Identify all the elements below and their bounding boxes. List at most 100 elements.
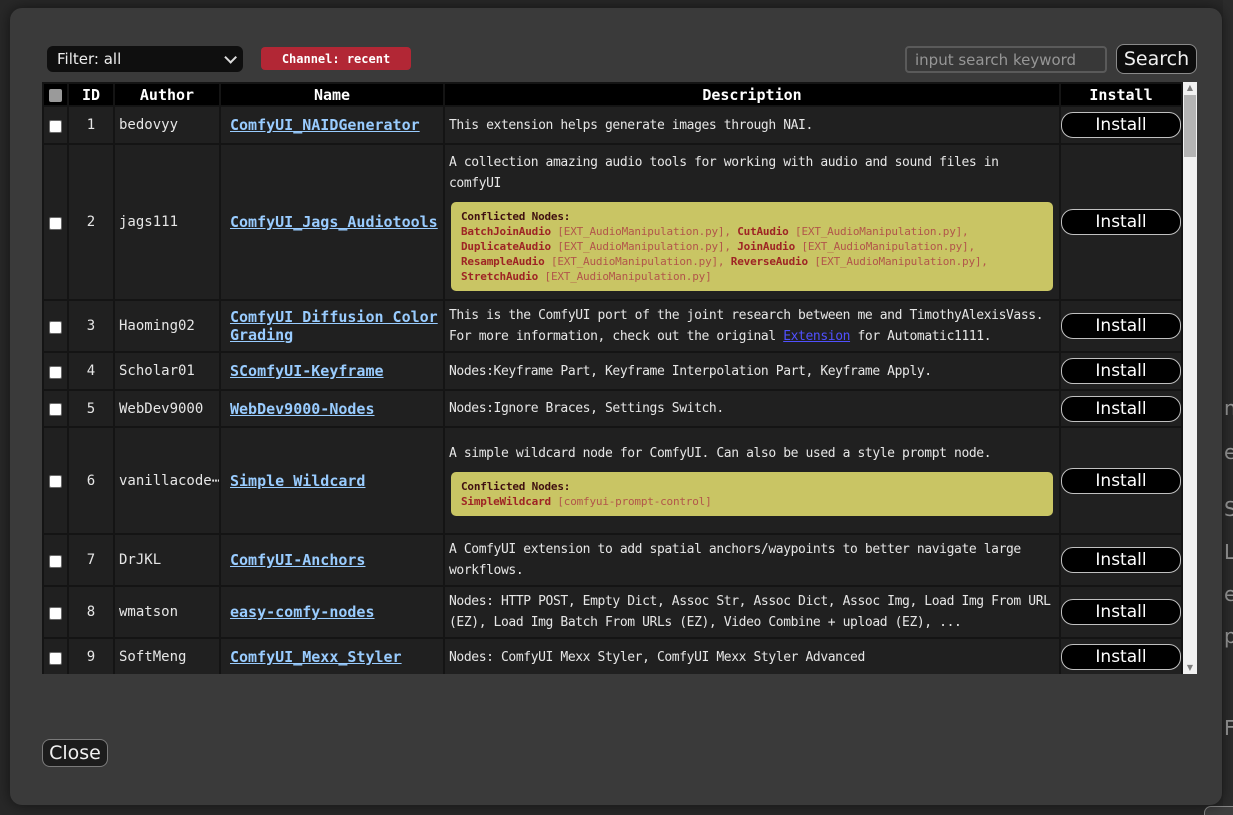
filter-select-value: Filter: all	[57, 50, 121, 68]
row-description: This extension helps generate images thr…	[445, 107, 1059, 143]
node-name-link[interactable]: easy-comfy-nodes	[230, 603, 375, 621]
node-name-link[interactable]: ComfyUI_Jags_Audiotools	[230, 213, 438, 231]
row-description: A simple wildcard node for ComfyUI. Can …	[449, 446, 991, 461]
row-checkbox[interactable]	[49, 120, 62, 133]
conflict-source: [comfyui-prompt-control]	[557, 495, 711, 508]
scrollbar-up-arrow-icon[interactable]: ▲	[1183, 82, 1197, 94]
conflict-source: [EXT_AudioManipulation.py],	[557, 225, 730, 238]
scrollbar-thumb[interactable]	[1184, 95, 1196, 157]
install-button[interactable]: Install	[1061, 313, 1181, 339]
install-button[interactable]: Install	[1061, 112, 1181, 138]
row-author: jags111	[115, 145, 219, 299]
row-description: A collection amazing audio tools for wor…	[449, 155, 999, 191]
conflict-source: [EXT_AudioManipulation.py],	[814, 255, 987, 268]
row-description: Nodes: ComfyUI Mexx Styler, ComfyUI Mexx…	[445, 639, 1059, 674]
conflict-source: [EXT_AudioManipulation.py],	[557, 240, 730, 253]
row-checkbox[interactable]	[49, 607, 62, 620]
row-description: Nodes: HTTP POST, Empty Dict, Assoc Str,…	[445, 587, 1059, 637]
row-id: 1	[69, 107, 113, 143]
row-checkbox[interactable]	[49, 403, 62, 416]
install-button[interactable]: Install	[1061, 468, 1181, 494]
conflicted-nodes-box: Conflicted Nodes: BatchJoinAudio [EXT_Au…	[451, 202, 1053, 291]
conflict-source: [EXT_AudioManipulation.py],	[795, 225, 968, 238]
row-description: Nodes:Ignore Braces, Settings Switch.	[445, 391, 1059, 426]
install-button[interactable]: Install	[1061, 599, 1181, 625]
install-custom-nodes-dialog: Filter: all Channel: recent Search ID Au…	[10, 8, 1222, 805]
chevron-down-icon	[224, 51, 237, 64]
row-id: 5	[69, 391, 113, 426]
conflict-node: CutAudio	[737, 225, 788, 238]
channel-badge[interactable]: Channel: recent	[261, 47, 411, 70]
bg-text-fragment: m	[1224, 396, 1233, 420]
background-button-peek	[1204, 806, 1233, 815]
node-name-link[interactable]: ComfyUI_Mexx_Styler	[230, 648, 402, 666]
conflict-source: [EXT_AudioManipulation.py],	[801, 240, 974, 253]
conflict-node: JoinAudio	[737, 240, 795, 253]
select-all-checkbox[interactable]	[49, 89, 62, 102]
col-header-author: Author	[115, 84, 219, 105]
table-row: 1 bedovyy ComfyUI_NAIDGenerator This ext…	[44, 107, 1181, 143]
bg-text-fragment: p	[1224, 624, 1233, 648]
row-author: wmatson	[115, 587, 219, 637]
table-row: 5 WebDev9000 WebDev9000-Nodes Nodes:Igno…	[44, 391, 1181, 426]
close-button[interactable]: Close	[42, 739, 108, 767]
col-header-install: Install	[1061, 84, 1181, 105]
background-page-edge: m e S L e p F	[1223, 0, 1233, 815]
conflict-source: [EXT_AudioManipulation.py],	[551, 255, 724, 268]
description-text: for Automatic1111.	[850, 329, 991, 344]
row-checkbox[interactable]	[49, 555, 62, 568]
filter-select[interactable]: Filter: all	[47, 46, 243, 72]
conflict-node: BatchJoinAudio	[461, 225, 551, 238]
row-id: 7	[69, 535, 113, 585]
row-author: Scholar01	[115, 353, 219, 389]
table-scrollbar[interactable]: ▲ ▼	[1183, 82, 1197, 674]
row-checkbox[interactable]	[49, 475, 62, 488]
node-name-link[interactable]: SComfyUI-Keyframe	[230, 362, 384, 380]
conflict-node: ResampleAudio	[461, 255, 545, 268]
col-header-id: ID	[69, 84, 113, 105]
row-author: vanillacode⋯	[115, 428, 219, 533]
node-name-link[interactable]: Simple Wildcard	[230, 472, 365, 490]
row-checkbox[interactable]	[49, 366, 62, 379]
install-button[interactable]: Install	[1061, 209, 1181, 235]
channel-badge-label: Channel: recent	[282, 52, 390, 66]
conflicted-nodes-box: Conflicted Nodes: SimpleWildcard [comfyu…	[451, 472, 1053, 516]
conflict-node: StretchAudio	[461, 270, 538, 283]
row-checkbox[interactable]	[49, 217, 62, 230]
row-id: 6	[69, 428, 113, 533]
install-button[interactable]: Install	[1061, 547, 1181, 573]
install-button[interactable]: Install	[1061, 396, 1181, 422]
node-name-link[interactable]: ComfyUI_NAIDGenerator	[230, 116, 420, 134]
table-row: 6 vanillacode⋯ Simple Wildcard A simple …	[44, 428, 1181, 533]
row-checkbox[interactable]	[49, 321, 62, 334]
row-author: Haoming02	[115, 301, 219, 351]
table-row: 4 Scholar01 SComfyUI-Keyframe Nodes:Keyf…	[44, 353, 1181, 389]
conflict-node: DuplicateAudio	[461, 240, 551, 253]
install-button[interactable]: Install	[1061, 358, 1181, 384]
bg-text-fragment: F	[1224, 716, 1233, 740]
row-checkbox[interactable]	[49, 652, 62, 665]
row-description: A ComfyUI extension to add spatial ancho…	[445, 535, 1059, 585]
node-name-link[interactable]: ComfyUI-Anchors	[230, 551, 365, 569]
table-row: 9 SoftMeng ComfyUI_Mexx_Styler Nodes: Co…	[44, 639, 1181, 674]
install-button[interactable]: Install	[1061, 644, 1181, 670]
row-description: Nodes:Keyframe Part, Keyframe Interpolat…	[445, 353, 1059, 389]
scrollbar-down-arrow-icon[interactable]: ▼	[1183, 662, 1197, 674]
col-header-description: Description	[445, 84, 1059, 105]
node-name-link[interactable]: WebDev9000-Nodes	[230, 400, 375, 418]
search-input[interactable]	[905, 46, 1107, 73]
bg-text-fragment: e	[1224, 440, 1233, 464]
conflicted-nodes-label: Conflicted Nodes:	[461, 209, 1043, 224]
extension-link[interactable]: Extension	[783, 329, 850, 344]
search-button[interactable]: Search	[1116, 44, 1197, 74]
node-name-link[interactable]: ComfyUI Diffusion Color Grading	[230, 308, 438, 344]
row-id: 9	[69, 639, 113, 674]
nodes-table-viewport: ID Author Name Description Install 1 bed…	[42, 82, 1183, 674]
table-row: 7 DrJKL ComfyUI-Anchors A ComfyUI extens…	[44, 535, 1181, 585]
table-row: 8 wmatson easy-comfy-nodes Nodes: HTTP P…	[44, 587, 1181, 637]
conflict-node: SimpleWildcard	[461, 495, 551, 508]
nodes-table: ID Author Name Description Install 1 bed…	[42, 82, 1183, 674]
bg-text-fragment: L	[1224, 540, 1233, 564]
conflict-source: [EXT_AudioManipulation.py]	[545, 270, 712, 283]
row-id: 3	[69, 301, 113, 351]
